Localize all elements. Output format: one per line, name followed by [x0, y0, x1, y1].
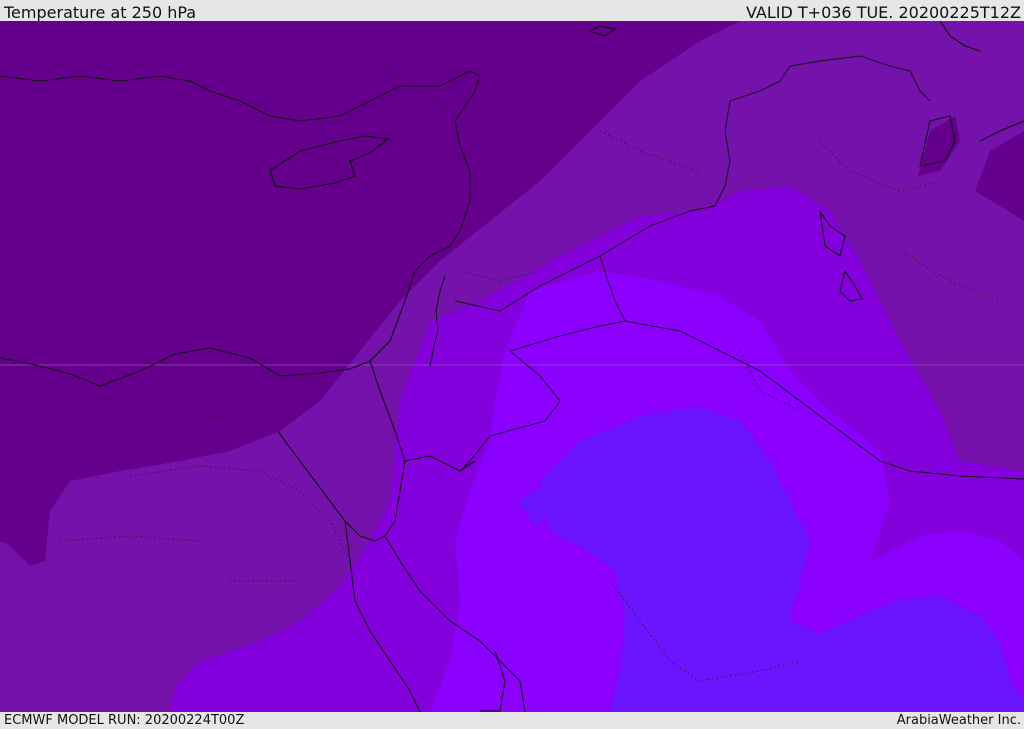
model-run: ECMWF MODEL RUN: 20200224T00Z: [4, 713, 245, 728]
map-footer: ECMWF MODEL RUN: 20200224T00Z ArabiaWeat…: [0, 712, 1024, 729]
temperature-map[interactable]: [0, 21, 1024, 712]
credit: ArabiaWeather Inc.: [896, 713, 1021, 728]
map-title: Temperature at 250 hPa: [4, 3, 197, 22]
map-canvas: [0, 21, 1024, 712]
map-header: Temperature at 250 hPa VALID T+036 TUE. …: [0, 0, 1024, 22]
valid-time: VALID T+036 TUE. 20200225T12Z: [745, 3, 1021, 22]
